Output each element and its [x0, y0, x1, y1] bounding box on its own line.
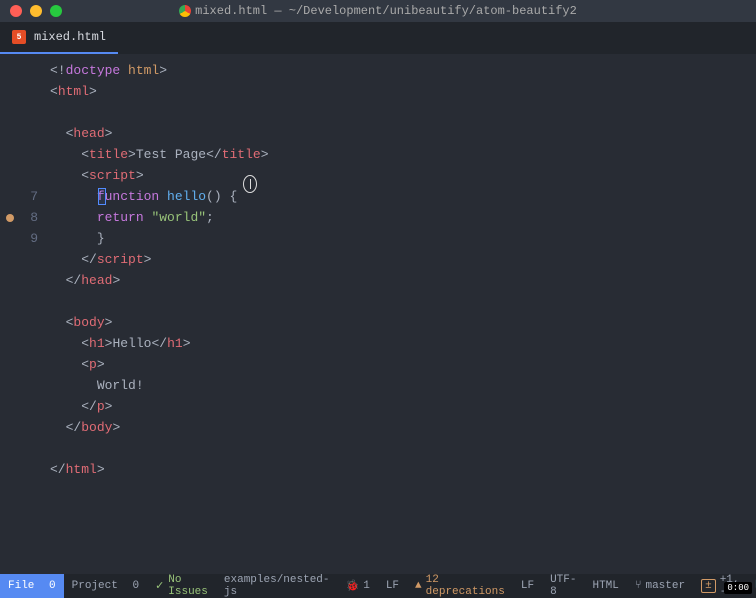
- line-number-8[interactable]: 8: [0, 207, 50, 228]
- status-deprecations[interactable]: ▲12 deprecations: [407, 574, 513, 598]
- window-title-text: mixed.html — ~/Development/unibeautify/a…: [195, 4, 577, 18]
- status-line-ending-2[interactable]: LF: [513, 574, 542, 598]
- status-bugs[interactable]: 🐞1: [338, 574, 378, 598]
- tab-bar: 5 mixed.html: [0, 22, 756, 54]
- status-project-diagnostics[interactable]: Project 0: [64, 574, 147, 598]
- bug-icon: 🐞: [346, 579, 360, 593]
- html-file-icon: 5: [12, 30, 26, 44]
- window-title: mixed.html — ~/Development/unibeautify/a…: [0, 4, 756, 18]
- line-number-7[interactable]: 7: [0, 186, 50, 207]
- git-branch-icon: ⑂: [635, 580, 642, 592]
- code-content[interactable]: <!doctype html> <html> <head> <title>Tes…: [50, 54, 756, 574]
- editor[interactable]: 7 8 9 <!doctype html> <html> <head> <tit…: [0, 54, 756, 574]
- status-no-issues[interactable]: ✓No Issues: [147, 574, 216, 598]
- chrome-icon: [179, 5, 191, 17]
- line-gutter: 7 8 9: [0, 54, 50, 574]
- window-maximize-button[interactable]: [50, 5, 62, 17]
- check-icon: ✓: [155, 579, 164, 593]
- status-file-path[interactable]: examples/nested-js: [216, 574, 338, 598]
- status-git-branch[interactable]: ⑂master: [627, 574, 693, 598]
- status-bar: File 0 Project 0 ✓No Issues examples/nes…: [0, 574, 756, 598]
- text-cursor: [98, 188, 106, 205]
- status-file-diagnostics[interactable]: File 0: [0, 574, 64, 598]
- window-minimize-button[interactable]: [30, 5, 42, 17]
- line-number-9[interactable]: 9: [0, 228, 50, 249]
- diff-icon: ±: [701, 579, 716, 593]
- status-language[interactable]: HTML: [584, 574, 626, 598]
- window-close-button[interactable]: [10, 5, 22, 17]
- status-line-ending-1[interactable]: LF: [378, 574, 407, 598]
- git-modified-dot-icon: [6, 214, 14, 222]
- warning-icon: ▲: [415, 580, 422, 592]
- tab-label: mixed.html: [34, 30, 106, 44]
- recording-timer: 0:00: [724, 582, 752, 594]
- mouse-text-cursor-icon: [243, 175, 257, 193]
- tab-mixed-html[interactable]: 5 mixed.html: [0, 22, 118, 54]
- window-titlebar: mixed.html — ~/Development/unibeautify/a…: [0, 0, 756, 22]
- status-encoding[interactable]: UTF-8: [542, 574, 584, 598]
